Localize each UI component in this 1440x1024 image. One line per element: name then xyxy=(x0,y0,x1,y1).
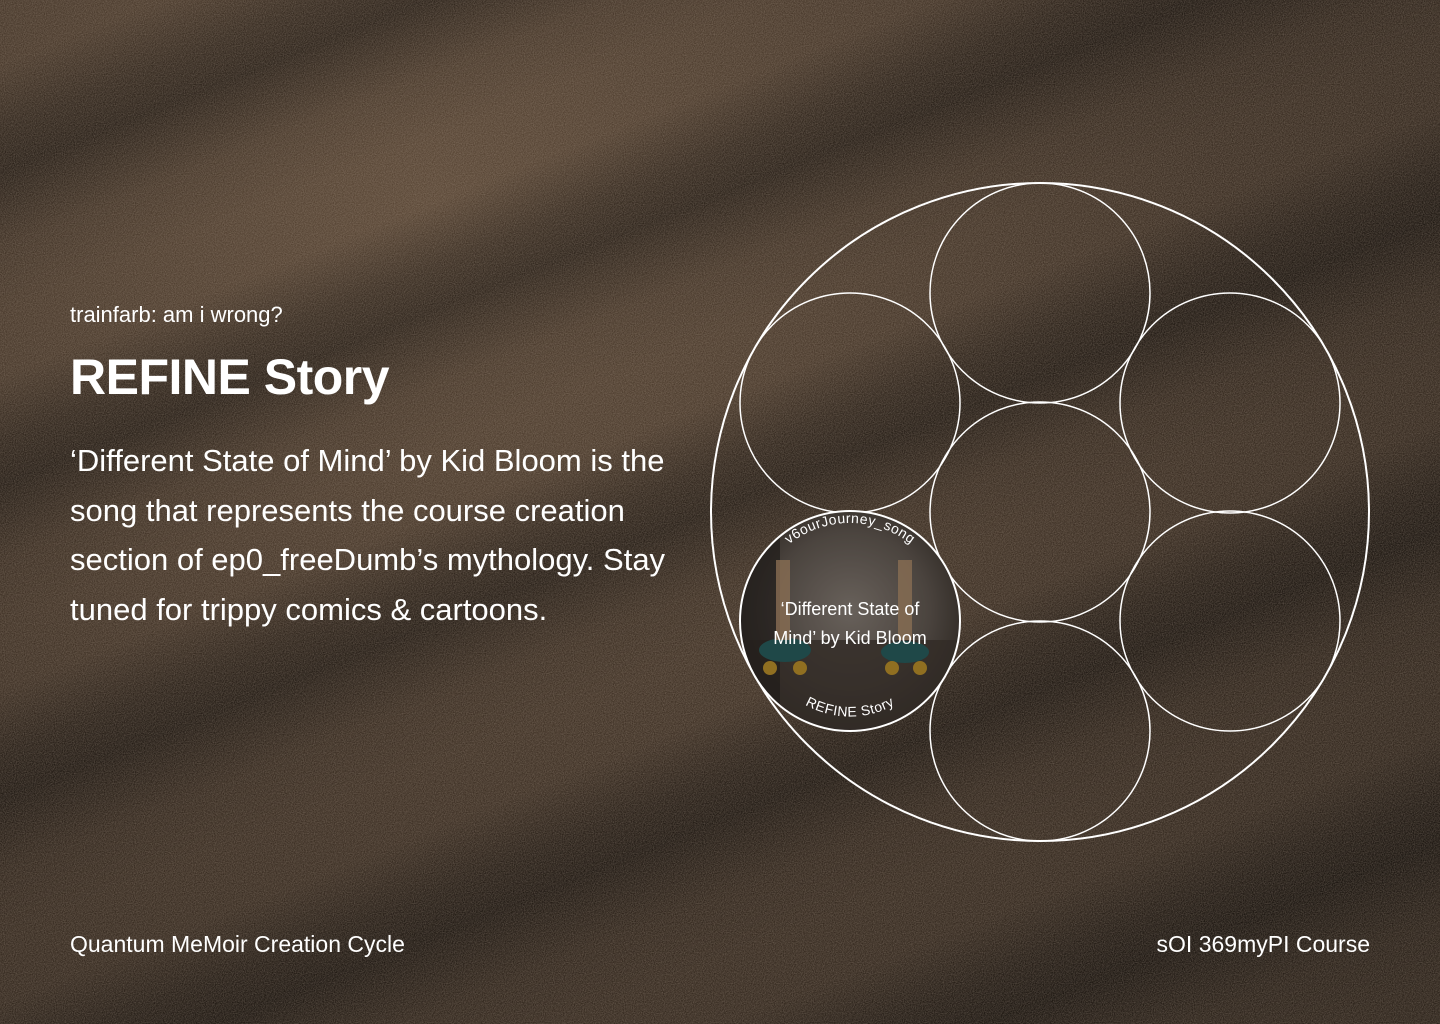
circle-upper-right[interactable] xyxy=(1119,292,1341,514)
flower-of-life-diagram: v6ourJourney_song ‘Different State of Mi… xyxy=(710,182,1370,842)
circle-top[interactable] xyxy=(929,182,1151,404)
active-circle-caption-line2: Mind’ by Kid Bloom xyxy=(773,628,926,648)
active-circle-lower-left[interactable]: v6ourJourney_song ‘Different State of Mi… xyxy=(739,510,961,732)
circle-upper-left[interactable] xyxy=(739,292,961,514)
footer-right-label: sOI 369myPI Course xyxy=(1156,931,1370,957)
circle-center[interactable] xyxy=(929,401,1151,623)
active-circle-caption-line1: ‘Different State of xyxy=(781,599,921,619)
footer-left-label: Quantum MeMoir Creation Cycle xyxy=(70,931,405,957)
circle-lower-right[interactable] xyxy=(1119,510,1341,732)
outer-circle xyxy=(710,182,1370,842)
circle-bottom[interactable] xyxy=(929,620,1151,842)
